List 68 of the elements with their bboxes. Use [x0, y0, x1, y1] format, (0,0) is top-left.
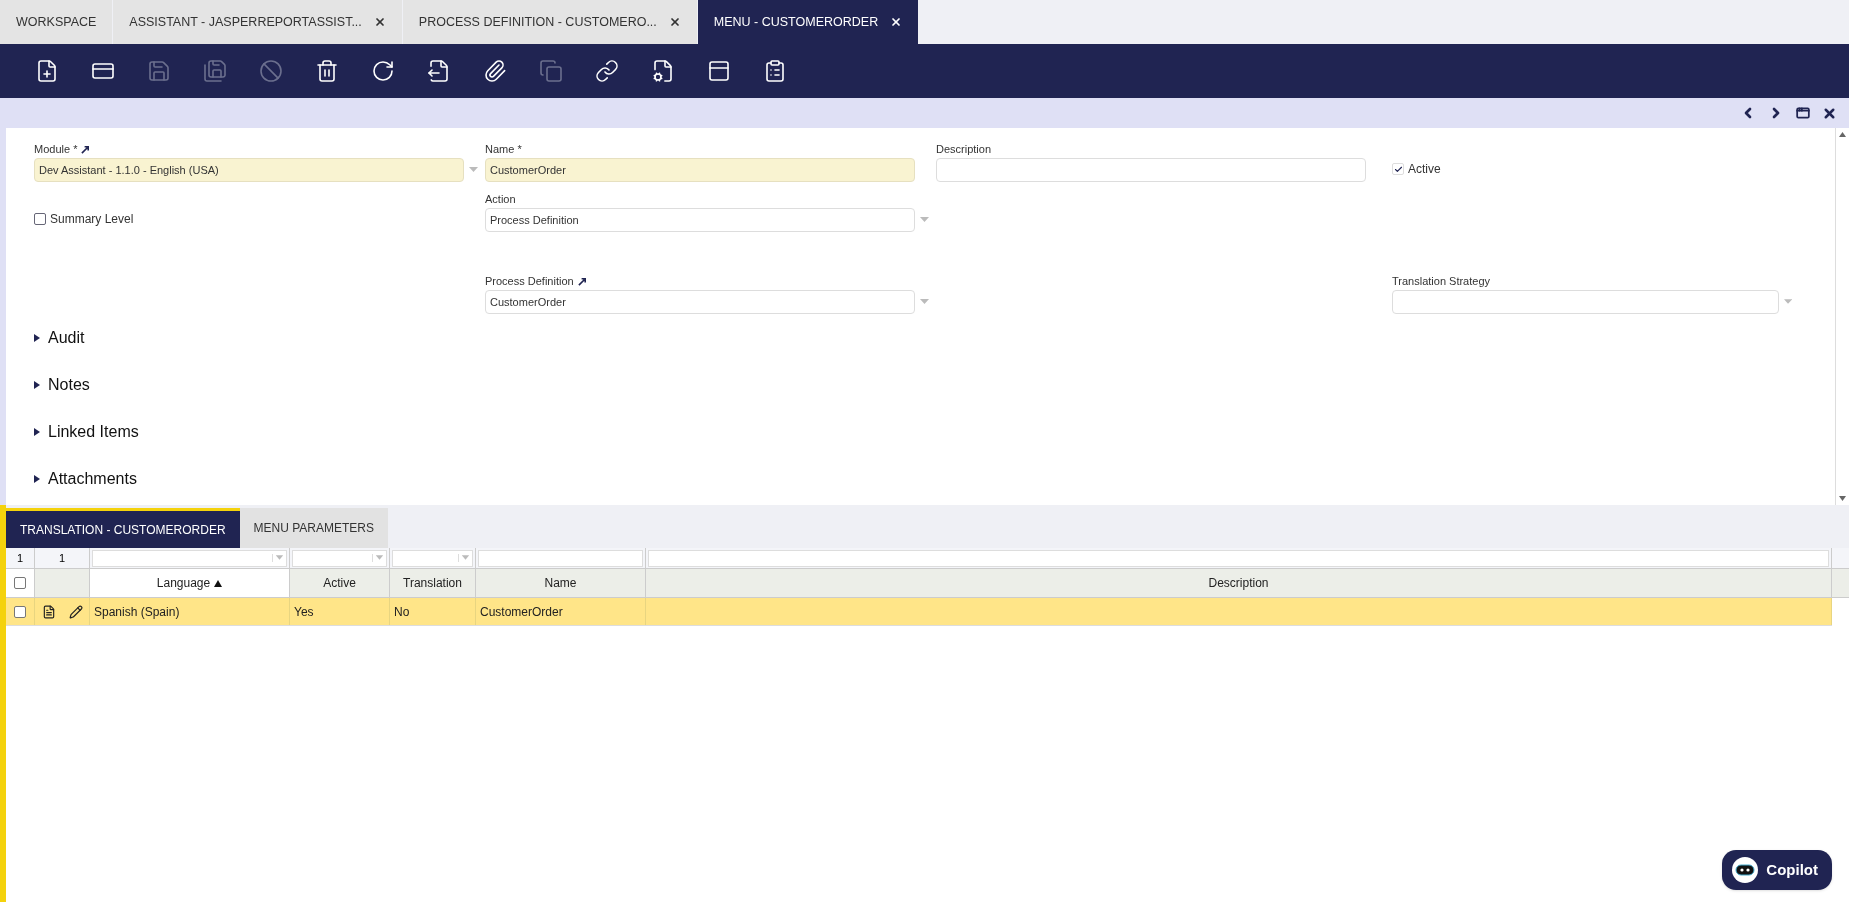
- subtab[interactable]: MENU PARAMETERS: [239, 508, 389, 548]
- field-label: Action: [485, 191, 516, 207]
- column-header[interactable]: Language: [90, 569, 290, 597]
- section-header[interactable]: Attachments: [34, 467, 137, 491]
- sort-ascending-icon: [214, 579, 223, 587]
- table-cell-text: CustomerOrder: [480, 603, 563, 621]
- scroll-down-icon[interactable]: [1839, 496, 1846, 501]
- window-tab[interactable]: MENU - CUSTOMERORDER: [697, 0, 919, 44]
- table-cell-text: Spanish (Spain): [94, 603, 180, 621]
- scroll-up-icon[interactable]: [1839, 132, 1846, 137]
- window-tab[interactable]: ASSISTANT - JASPERREPORTASSIST...: [113, 0, 402, 44]
- refresh-icon[interactable]: [370, 58, 396, 84]
- link-arrow-icon: [577, 276, 587, 286]
- filter-field[interactable]: [648, 549, 1829, 567]
- attachment-icon[interactable]: [482, 58, 508, 84]
- table-cell-text: Yes: [294, 603, 314, 621]
- section-header[interactable]: Linked Items: [34, 420, 139, 444]
- panel-icon[interactable]: [706, 58, 732, 84]
- link-icon[interactable]: [594, 58, 620, 84]
- field-label: Module *: [34, 141, 78, 157]
- link-arrow-icon: [81, 144, 91, 154]
- field-label: Name *: [485, 141, 522, 157]
- expand-triangle-icon: [34, 428, 40, 436]
- close-icon[interactable]: [373, 16, 386, 28]
- checkbox[interactable]: [34, 213, 46, 225]
- filter-field[interactable]: [292, 549, 387, 567]
- expand-triangle-icon: [34, 381, 40, 389]
- filter-field[interactable]: [392, 549, 473, 567]
- expand-triangle-icon: [34, 475, 40, 483]
- select-field[interactable]: Dev Assistant - 1.1.0 - English (USA): [34, 158, 464, 182]
- select-field[interactable]: CustomerOrder: [485, 290, 915, 314]
- expand-triangle-icon: [34, 334, 40, 342]
- table-row[interactable]: Spanish (Spain) Yes No CustomerOrder: [6, 598, 1832, 626]
- table-cell-text: No: [394, 603, 410, 621]
- select-field[interactable]: [1392, 290, 1779, 314]
- section-header[interactable]: Notes: [34, 373, 90, 397]
- field-label: Translation Strategy: [1392, 273, 1491, 289]
- filter-field[interactable]: [92, 549, 287, 567]
- close-icon[interactable]: [668, 16, 681, 28]
- subtab[interactable]: TRANSLATION - CUSTOMERORDER: [6, 508, 240, 548]
- field-label: Process Definition: [485, 273, 574, 289]
- maximize-icon[interactable]: [1796, 106, 1810, 120]
- window-tab[interactable]: WORKSPACE: [0, 0, 113, 44]
- input-field[interactable]: CustomerOrder: [485, 158, 915, 182]
- row-count: 1: [35, 548, 90, 568]
- column-header[interactable]: Description: [646, 569, 1832, 597]
- select-field[interactable]: Process Definition: [485, 208, 915, 232]
- scrollbar[interactable]: [1835, 128, 1849, 505]
- checkbox-label: Summary Level: [50, 211, 134, 228]
- window-tab[interactable]: PROCESS DEFINITION - CUSTOMERO...: [402, 0, 697, 44]
- field-label: Description: [936, 141, 992, 157]
- close-icon[interactable]: [890, 16, 903, 28]
- row-checkbox[interactable]: [14, 605, 26, 618]
- column-header[interactable]: Translation: [390, 569, 476, 597]
- document-icon[interactable]: [41, 604, 56, 619]
- robot-icon: [1732, 857, 1759, 883]
- checkbox-label: Active: [1408, 161, 1441, 178]
- section-header[interactable]: Audit: [34, 326, 85, 350]
- select-all-checkbox[interactable]: [14, 577, 26, 589]
- copilot-button[interactable]: Copilot: [1722, 850, 1832, 890]
- filter-field[interactable]: [478, 549, 643, 567]
- row-count: 1: [6, 548, 35, 568]
- column-header[interactable]: Active: [290, 569, 390, 597]
- edit-icon[interactable]: [68, 604, 83, 619]
- close-icon[interactable]: [1822, 105, 1837, 121]
- delete-icon[interactable]: [314, 58, 340, 84]
- column-header[interactable]: Name: [476, 569, 646, 597]
- input-field[interactable]: [936, 158, 1366, 182]
